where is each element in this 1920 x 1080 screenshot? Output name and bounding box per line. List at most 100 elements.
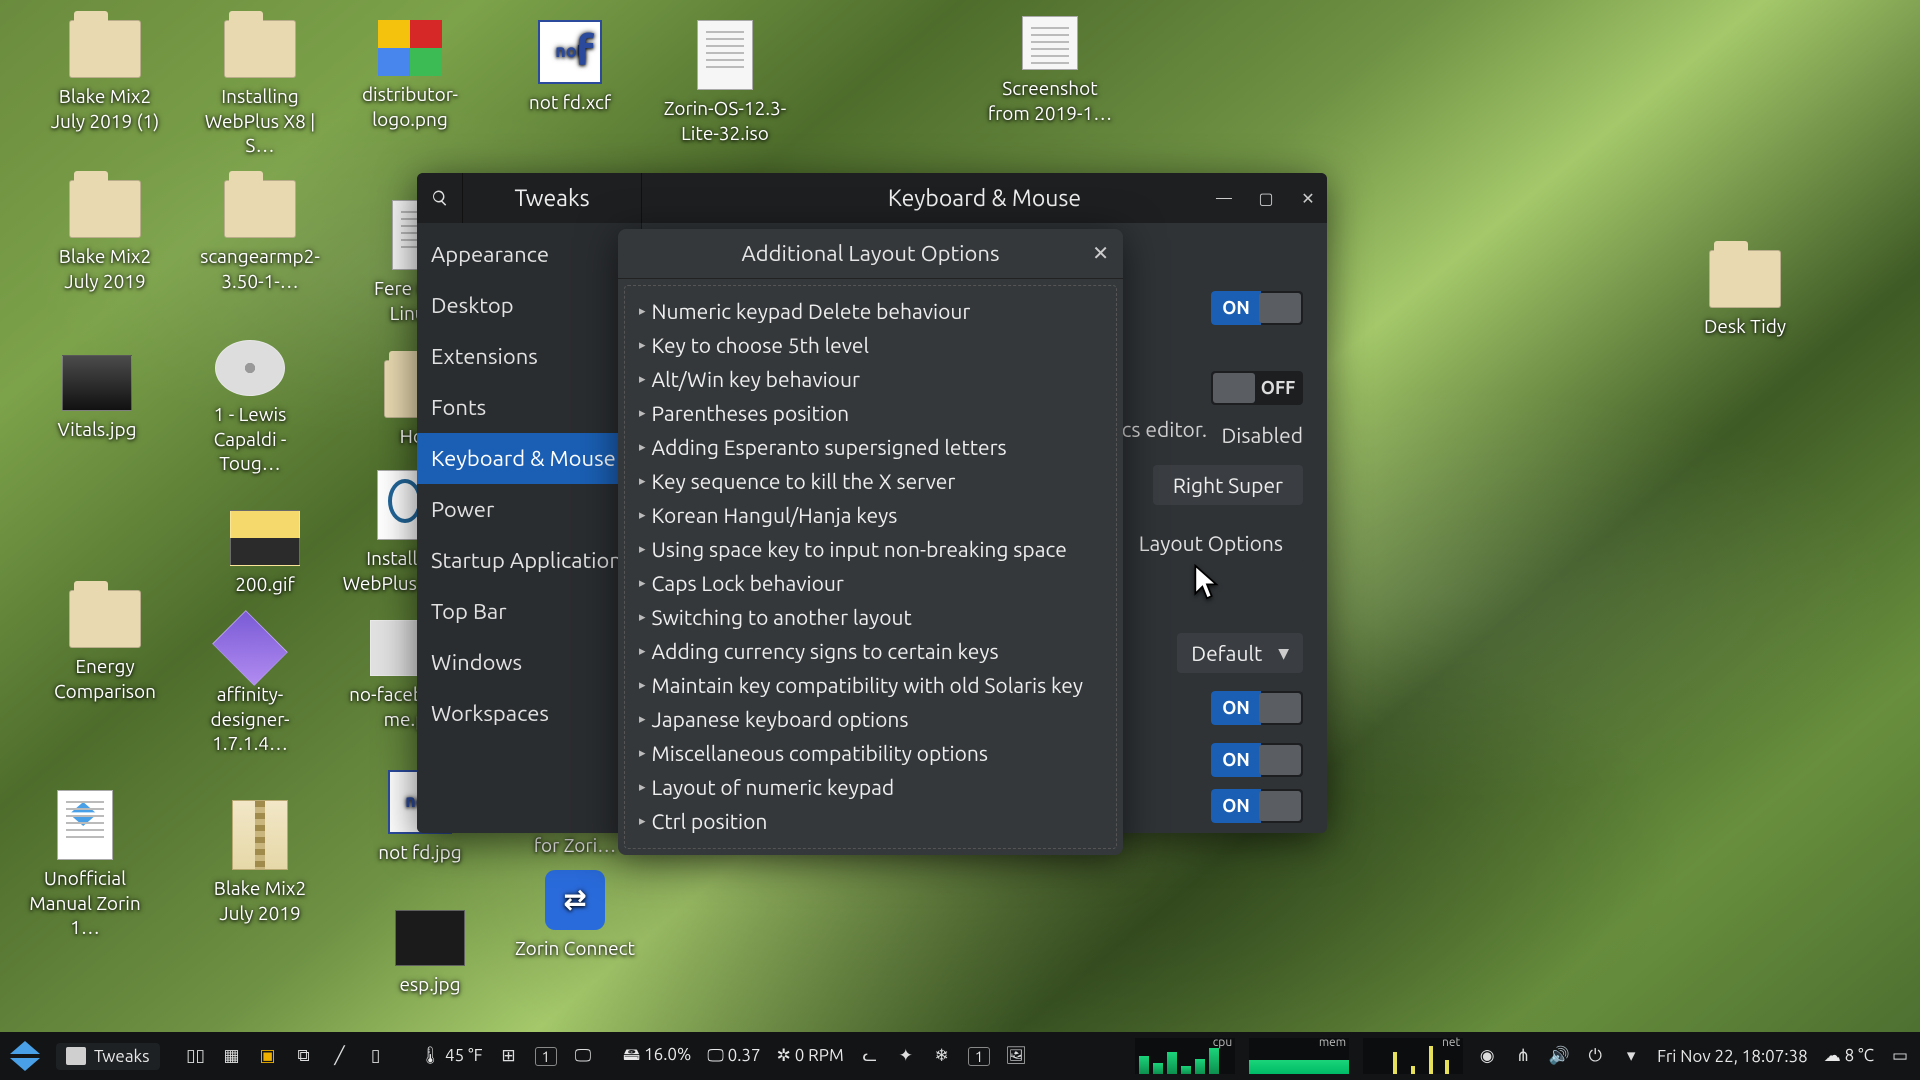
layout-option-row[interactable]: ▸Caps Lock behaviour [631, 566, 1110, 600]
sidebar-item-topbar[interactable]: Top Bar [417, 586, 641, 637]
tray-icon[interactable]: ▭ [1890, 1046, 1910, 1066]
layout-option-row[interactable]: ▸Parentheses position [631, 396, 1110, 430]
chevron-right-icon: ▸ [639, 542, 646, 557]
sidebar-item-startup[interactable]: Startup Applications [417, 535, 641, 586]
layout-option-row[interactable]: ▸Key sequence to kill the X server [631, 464, 1110, 498]
desktop-image[interactable]: Vitals.jpg [32, 355, 162, 442]
desktop-image[interactable]: 200.gif [200, 510, 330, 597]
layout-option-row[interactable]: ▸Layout of numeric keypad [631, 770, 1110, 804]
icon-label: Vitals.jpg [32, 417, 162, 442]
desktop-image[interactable]: Screenshot from 2019-1… [985, 16, 1115, 125]
toggle-4[interactable]: ON [1211, 743, 1303, 777]
popover-close-button[interactable]: ✕ [1092, 241, 1109, 265]
sidebar-item-windows[interactable]: Windows [417, 637, 641, 688]
notif-count[interactable]: 1 [968, 1047, 990, 1066]
workspace-number[interactable]: 1 [535, 1047, 557, 1066]
layout-options-button[interactable]: Layout Options [1119, 523, 1303, 563]
layout-option-row[interactable]: ▸Adding Esperanto supersigned letters [631, 430, 1110, 464]
snowflake-icon[interactable]: ❄ [932, 1046, 952, 1066]
sidebar-item-desktop[interactable]: Desktop [417, 280, 641, 331]
start-menu-button[interactable] [10, 1041, 40, 1071]
power-icon[interactable]: ⏻ [1585, 1046, 1605, 1066]
right-super-button[interactable]: Right Super [1153, 465, 1303, 505]
volume-icon[interactable]: 🔊 [1549, 1046, 1569, 1066]
toggle-3[interactable]: ON [1211, 691, 1303, 725]
maximize-button[interactable]: ▢ [1255, 189, 1277, 208]
desktop-app[interactable]: affinity-designer-1.7.1.4… [185, 620, 315, 756]
layout-option-row[interactable]: ▸Numeric keypad Delete behaviour [631, 294, 1110, 328]
toggle-5[interactable]: ON [1211, 789, 1303, 823]
indicator-icon[interactable]: ▣ [258, 1046, 278, 1066]
desktop-folder[interactable]: Energy Comparison [40, 590, 170, 703]
desktop-image[interactable]: distributor-logo.png [345, 20, 475, 131]
chevron-down-icon[interactable]: ▾ [1621, 1046, 1641, 1066]
chevron-right-icon: ▸ [639, 678, 646, 693]
layout-option-row[interactable]: ▸Switching to another layout [631, 600, 1110, 634]
icon-label: Blake Mix2 July 2019 [195, 876, 325, 925]
layout-option-row[interactable]: ▸Adding currency signs to certain keys [631, 634, 1110, 668]
desktop-folder[interactable]: scangearmp2-3.50-1-… [195, 180, 325, 293]
net-graph[interactable]: net [1363, 1038, 1463, 1074]
icon-label: Zorin-OS-12.3-Lite-32.iso [660, 96, 790, 145]
layout-option-row[interactable]: ▸Ctrl position [631, 804, 1110, 838]
toggle-1[interactable]: ON [1211, 291, 1303, 325]
icon-label: Blake Mix2 July 2019 [40, 244, 170, 293]
popover-list[interactable]: ▸Numeric keypad Delete behaviour▸Key to … [624, 285, 1117, 849]
taskbar-app-tweaks[interactable]: Tweaks [56, 1043, 160, 1070]
sidebar-item-power[interactable]: Power [417, 484, 641, 535]
monitor-icon[interactable]: 🖵 [573, 1046, 593, 1066]
desktop-folder[interactable]: Blake Mix2 July 2019 [40, 180, 170, 293]
chevron-right-icon: ▸ [639, 814, 646, 829]
taskbar[interactable]: Tweaks ▯▯ ▦ ▣ ⧉ ╱ ▯ 🌡 45 °F ⊞ 1 🖵 🖴 16.0… [0, 1032, 1920, 1080]
toggle-2[interactable]: OFF [1211, 371, 1303, 405]
desktop-app[interactable]: ⇄Zorin Connect [510, 870, 640, 961]
layout-option-row[interactable]: ▸Japanese keyboard options [631, 702, 1110, 736]
close-button[interactable]: ✕ [1297, 189, 1319, 208]
puzzle-icon[interactable]: ✦ [896, 1046, 916, 1066]
desktop-folder[interactable]: Desk Tidy [1680, 250, 1810, 339]
indicator-icon[interactable]: ╱ [330, 1046, 350, 1066]
layout-option-row[interactable]: ▸Korean Hangul/Hanja keys [631, 498, 1110, 532]
workspace-icon[interactable]: ⊞ [499, 1046, 519, 1066]
indicator-icon[interactable]: ▯ [366, 1046, 386, 1066]
cat-icon[interactable]: ᓚ [860, 1046, 880, 1066]
search-button[interactable] [417, 173, 463, 223]
mem-graph[interactable]: mem [1249, 1038, 1349, 1074]
sidebar-item-fonts[interactable]: Fonts [417, 382, 641, 433]
layout-option-label: Japanese keyboard options [652, 707, 909, 731]
window-titlebar[interactable]: Tweaks Keyboard & Mouse — ▢ ✕ [417, 173, 1327, 223]
indicator-icon[interactable]: ▦ [222, 1046, 242, 1066]
screenshot-icon[interactable]: 🖼 [1006, 1046, 1026, 1066]
minimize-button[interactable]: — [1213, 189, 1235, 207]
indicator-icon[interactable]: ▯▯ [186, 1046, 206, 1066]
desktop-disc[interactable]: 1 - Lewis Capaldi - Toug… [185, 340, 315, 476]
desktop-folder[interactable]: Blake Mix2 July 2019 (1) [40, 20, 170, 133]
layout-option-label: Key to choose 5th level [652, 333, 869, 357]
sidebar-item-extensions[interactable]: Extensions [417, 331, 641, 382]
network-icon[interactable]: ⋔ [1513, 1046, 1533, 1066]
desktop-document[interactable]: Unofficial Manual Zorin 1… [20, 790, 150, 940]
accessibility-icon[interactable]: ◉ [1477, 1046, 1497, 1066]
sidebar-item-workspaces[interactable]: Workspaces [417, 688, 641, 739]
weather: 8 °C [1845, 1046, 1874, 1065]
popover-title: Additional Layout Options [742, 241, 1000, 266]
default-select[interactable]: Default ▼ [1177, 633, 1303, 673]
layout-option-row[interactable]: ▸Miscellaneous compatibility options [631, 736, 1110, 770]
layout-option-row[interactable]: ▸Alt/Win key behaviour [631, 362, 1110, 396]
cpu-graph[interactable]: cpu [1135, 1038, 1235, 1074]
icon-label: Blake Mix2 July 2019 (1) [40, 84, 170, 133]
layout-option-row[interactable]: ▸Maintain key compatibility with old Sol… [631, 668, 1110, 702]
layout-option-label: Korean Hangul/Hanja keys [652, 503, 898, 527]
desktop-folder[interactable]: Installing WebPlus X8 | S… [195, 20, 325, 158]
desktop-document[interactable]: Zorin-OS-12.3-Lite-32.iso [660, 20, 790, 145]
indicator-icon[interactable]: ⧉ [294, 1046, 314, 1066]
desktop-image[interactable]: notfnot fd.xcf [505, 20, 635, 115]
sidebar-item-keyboard-mouse[interactable]: Keyboard & Mouse [417, 433, 641, 484]
desktop-archive[interactable]: Blake Mix2 July 2019 [195, 800, 325, 925]
layout-option-row[interactable]: ▸Using space key to input non-breaking s… [631, 532, 1110, 566]
layout-option-row[interactable]: ▸Key to choose 5th level [631, 328, 1110, 362]
sidebar-item-appearance[interactable]: Appearance [417, 229, 641, 280]
desktop-image[interactable]: esp.jpg [365, 910, 495, 997]
clock[interactable]: Fri Nov 22, 18:07:38 [1657, 1047, 1808, 1066]
icon-label: Unofficial Manual Zorin 1… [20, 866, 150, 940]
